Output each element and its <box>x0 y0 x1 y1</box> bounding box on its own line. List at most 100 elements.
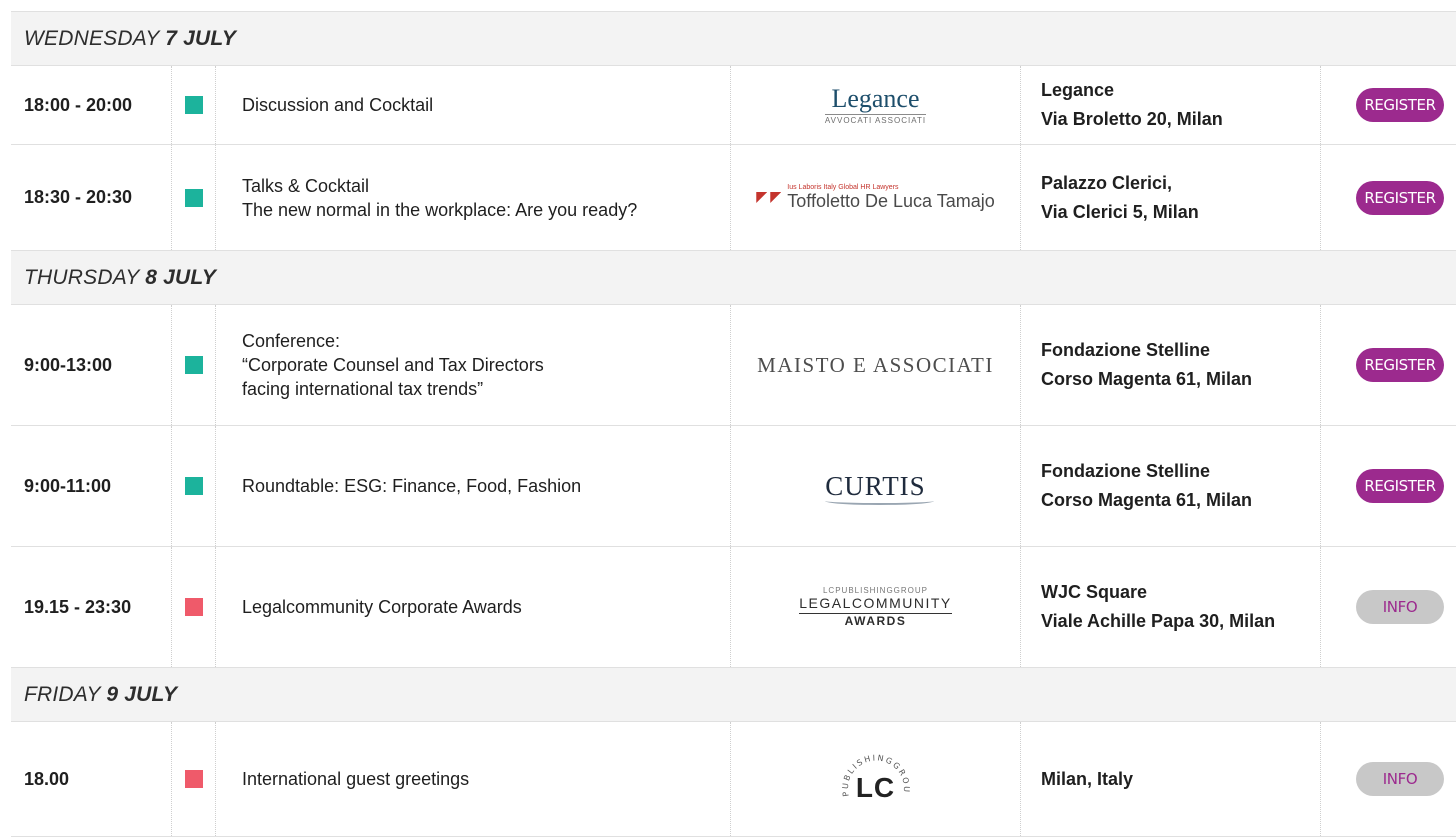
logo-wordmark: Legance <box>831 83 920 113</box>
event-action-cell: INFO <box>1321 722 1456 836</box>
venue-line: Legance <box>1041 80 1115 100</box>
logo-monogram: LC <box>855 772 896 803</box>
sponsor-logo-cell: LCPUBLISHINGGROUP LEGALCOMMUNITY AWARDS <box>731 547 1021 667</box>
day-header-friday: FRIDAY 9 JULY <box>11 668 1456 722</box>
event-row: 19.15 - 23:30 Legalcommunity Corporate Aw… <box>11 547 1456 668</box>
event-title: Talks & Cocktail The new normal in the wo… <box>216 145 731 250</box>
event-action-cell: REGISTER <box>1321 426 1456 546</box>
venue-line: Via Broletto 20, Milan <box>1041 109 1223 129</box>
venue-line: Palazzo Clerici, <box>1041 172 1173 193</box>
curtis-logo: CURTIS <box>825 471 934 505</box>
day-date: 8 JULY <box>145 265 217 289</box>
logo-wordmark: LEGALCOMMUNITY <box>799 595 952 614</box>
sponsor-logo-cell: Ius Laboris Italy Global HR Lawyers Toffo… <box>731 145 1021 250</box>
venue-line: Fondazione Stelline <box>1041 461 1211 481</box>
event-marker-cell <box>172 145 216 250</box>
venue-line: Milan, Italy <box>1041 768 1134 789</box>
event-title: Conference: “Corporate Counsel and Tax Di… <box>216 305 731 425</box>
event-type-marker <box>184 188 203 207</box>
day-label: WEDNESDAY 7 JULY <box>11 27 236 51</box>
event-title-line: Talks & Cocktail <box>242 175 370 196</box>
day-date: 9 JULY <box>106 682 178 706</box>
day-name: WEDNESDAY <box>24 26 160 50</box>
event-title-line: The new normal in the workplace: Are you… <box>242 199 638 220</box>
flag-icon <box>756 192 782 203</box>
event-row: 18:00 - 20:00 Discussion and Cocktail Lega… <box>11 66 1456 145</box>
venue-line: Viale Achille Papa 30, Milan <box>1041 611 1276 631</box>
swoosh-decoration <box>825 497 934 505</box>
event-venue: Milan, Italy <box>1021 722 1321 836</box>
event-venue: Fondazione Stelline Corso Magenta 61, Mil… <box>1021 426 1321 546</box>
event-title-line: “Corporate Counsel and Tax Directors <box>242 355 544 375</box>
lc-publishing-group-logo: PUBLISHINGGROUPLC <box>841 744 911 814</box>
event-title-line: Roundtable: ESG: Finance, Food, Fashion <box>242 476 582 496</box>
sponsor-logo-cell: MAISTO E ASSOCIATI <box>731 305 1021 425</box>
event-row: 9:00-13:00 Conference: “Corporate Counsel … <box>11 305 1456 426</box>
logo-text: Ius Laboris Italy Global HR Lawyers Toffo… <box>787 184 994 211</box>
info-button[interactable]: INFO <box>1356 762 1444 796</box>
venue-line: Corso Magenta 61, Milan <box>1041 490 1253 510</box>
sponsor-logo-cell: CURTIS <box>731 426 1021 546</box>
toffoletto-logo: Ius Laboris Italy Global HR Lawyers Toffo… <box>756 184 995 211</box>
event-time: 18:30 - 20:30 <box>11 145 172 250</box>
day-date: 7 JULY <box>165 26 237 50</box>
day-label: THURSDAY 8 JULY <box>11 266 216 290</box>
event-venue: Fondazione Stelline Corso Magenta 61, Mil… <box>1021 305 1321 425</box>
register-button[interactable]: REGISTER <box>1356 180 1444 215</box>
event-marker-cell <box>172 426 216 546</box>
event-venue: Palazzo Clerici, Via Clerici 5, Milan <box>1021 145 1321 250</box>
day-header-thursday: THURSDAY 8 JULY <box>11 251 1456 305</box>
event-marker-cell <box>172 722 216 836</box>
event-type-marker <box>184 598 203 616</box>
register-button[interactable]: REGISTER <box>1356 88 1444 122</box>
event-title-line: Discussion and Cocktail <box>242 95 434 115</box>
event-title-line: Conference: <box>242 331 341 351</box>
event-action-cell: REGISTER <box>1321 66 1456 144</box>
event-row: 9:00-11:00 Roundtable: ESG: Finance, Food… <box>11 426 1456 547</box>
event-title-line: facing international tax trends” <box>242 379 484 399</box>
event-type-marker <box>184 96 203 114</box>
legalcommunity-awards-logo: LCPUBLISHINGGROUP LEGALCOMMUNITY AWARDS <box>799 586 952 628</box>
event-action-cell: REGISTER <box>1321 305 1456 425</box>
sponsor-logo-cell: PUBLISHINGGROUPLC <box>731 722 1021 836</box>
logo-wordmark: Toffoletto De Luca Tamajo <box>787 191 995 211</box>
event-type-marker <box>184 770 203 788</box>
event-title-line: Legalcommunity Corporate Awards <box>242 597 522 617</box>
day-name: THURSDAY <box>24 265 140 289</box>
logo-ring-text: LCPUBLISHINGGROUP <box>822 586 929 595</box>
logo-subtitle: AWARDS <box>844 614 907 628</box>
venue-line: Corso Magenta 61, Milan <box>1041 369 1253 389</box>
venue-line: Fondazione Stelline <box>1041 340 1211 360</box>
register-button[interactable]: REGISTER <box>1356 348 1444 382</box>
event-type-marker <box>184 356 203 374</box>
event-schedule-table: WEDNESDAY 7 JULY 18:00 - 20:00 Discussion … <box>11 11 1456 837</box>
event-venue: Legance Via Broletto 20, Milan <box>1021 66 1321 144</box>
event-title: International guest greetings <box>216 722 731 836</box>
event-title: Legalcommunity Corporate Awards <box>216 547 731 667</box>
event-row: 18:30 - 20:30 Talks & Cocktail The new nor… <box>11 145 1456 251</box>
event-title: Discussion and Cocktail <box>216 66 731 144</box>
event-marker-cell <box>172 305 216 425</box>
logo-subtitle: AVVOCATI ASSOCIATI <box>824 113 927 125</box>
event-row: 18.00 International guest greetings PUBLIS… <box>11 722 1456 837</box>
day-label: FRIDAY 9 JULY <box>11 683 177 707</box>
info-button[interactable]: INFO <box>1356 590 1444 624</box>
event-action-cell: INFO <box>1321 547 1456 667</box>
venue-line: WJC Square <box>1041 582 1148 602</box>
legance-logo: Legance AVVOCATI ASSOCIATI <box>824 83 927 125</box>
maisto-logo: MAISTO E ASSOCIATI <box>757 352 994 377</box>
event-time: 18:00 - 20:00 <box>11 66 172 144</box>
event-marker-cell <box>172 66 216 144</box>
event-type-marker <box>184 477 203 495</box>
event-marker-cell <box>172 547 216 667</box>
event-action-cell: REGISTER <box>1321 145 1456 250</box>
sponsor-logo-cell: Legance AVVOCATI ASSOCIATI <box>731 66 1021 144</box>
event-title-line: International guest greetings <box>242 769 470 789</box>
register-button[interactable]: REGISTER <box>1356 469 1444 503</box>
event-venue: WJC Square Viale Achille Papa 30, Milan <box>1021 547 1321 667</box>
day-name: FRIDAY <box>24 682 101 706</box>
event-time: 19.15 - 23:30 <box>11 547 172 667</box>
event-time: 9:00-13:00 <box>11 305 172 425</box>
event-time: 9:00-11:00 <box>11 426 172 546</box>
event-title: Roundtable: ESG: Finance, Food, Fashion <box>216 426 731 546</box>
